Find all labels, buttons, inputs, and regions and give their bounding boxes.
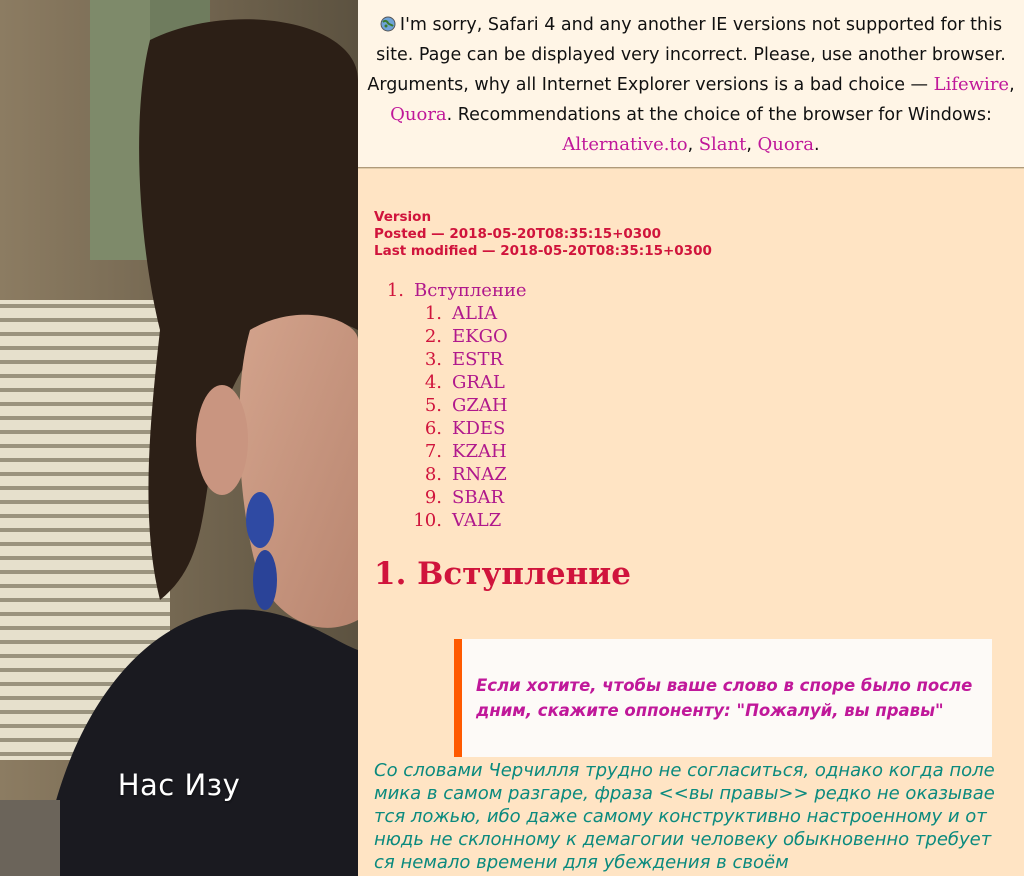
toc-link-rnaz[interactable]: RNAZ [452,464,507,485]
toc-number: 2. [424,326,442,347]
toc-link-valz[interactable]: VALZ [452,510,501,531]
toc-number: 5. [424,395,442,416]
modified-date: Last modified — 2018-05-20T08:35:15+0300 [374,243,712,259]
toc-subitem: 10. VALZ [374,509,527,532]
post-meta: Version Posted — 2018-05-20T08:35:15+030… [374,209,712,260]
warning-sep-1: , [1009,75,1015,95]
toc-link-kzah[interactable]: KZAH [452,441,507,462]
toc-link-intro[interactable]: Вступление [414,280,527,301]
toc-link-sbar[interactable]: SBAR [452,487,504,508]
toc-subitem: 6. KDES [374,417,527,440]
quora-link-1[interactable]: Quora [390,104,447,125]
toc-number: 3. [424,349,442,370]
toc-number: 10. [413,510,442,531]
toc-link-alia[interactable]: ALIA [452,303,497,324]
churchill-quote: Если хотите, чтобы ваше слово в споре бы… [454,638,992,757]
warning-sep-2: , [687,135,699,155]
toc-link-gzah[interactable]: GZAH [452,395,508,416]
toc-link-gral[interactable]: GRAL [452,372,505,393]
version-label: Version [374,209,432,225]
warning-sep-3: , [746,135,758,155]
toc-subitem: 8. RNAZ [374,463,527,486]
toc-subitem: 3. ESTR [374,348,527,371]
warning-text-end: . [814,135,820,155]
intro-paragraph: Со словами Черчилля трудно не согласитьс… [374,760,995,873]
posted-date: Posted — 2018-05-20T08:35:15+0300 [374,226,661,242]
portrait-image [0,0,358,876]
toc-link-ekgo[interactable]: EKGO [452,326,508,347]
toc-number: 1. [386,280,404,301]
warning-text-2: . Recommendations at the choice of the b… [446,105,992,125]
toc-subitem: 1. ALIA [374,302,527,325]
toc-subitem: 5. GZAH [374,394,527,417]
lifewire-link[interactable]: Lifewire [934,74,1009,95]
toc-subitem: 9. SBAR [374,486,527,509]
toc-number: 8. [424,464,442,485]
toc-number: 9. [424,487,442,508]
toc-subitem: 4. GRAL [374,371,527,394]
toc-number: 4. [424,372,442,393]
toc-number: 1. [424,303,442,324]
toc-subitem: 2. EKGO [374,325,527,348]
toc-number: 6. [424,418,442,439]
photo-caption: Нас Изу [117,768,241,802]
table-of-contents: 1. Вступление 1. ALIA 2. EKGO 3. ESTR 4. GRAL… [374,279,527,532]
browser-globe-icon [380,16,396,32]
profile-photo: Нас Изу [0,0,358,876]
alternative-to-link[interactable]: Alternative.to [562,134,687,155]
warning-text-1: I'm sorry, Safari 4 and any another IE v… [367,15,1006,95]
toc-sublist: 1. ALIA 2. EKGO 3. ESTR 4. GRAL 5. GZAH 6. KDE… [374,302,527,532]
browser-warning: I'm sorry, Safari 4 and any another IE v… [358,0,1024,168]
toc-item-main: 1. Вступление [374,279,527,302]
slant-link[interactable]: Slant [699,134,747,155]
toc-subitem: 7. KZAH [374,440,527,463]
toc-link-estr[interactable]: ESTR [452,349,503,370]
toc-number: 7. [424,441,442,462]
section-title: 1. Вступление [374,556,631,592]
main-content: I'm sorry, Safari 4 and any another IE v… [358,0,1024,876]
toc-link-kdes[interactable]: KDES [452,418,505,439]
quora-link-2[interactable]: Quora [758,134,815,155]
